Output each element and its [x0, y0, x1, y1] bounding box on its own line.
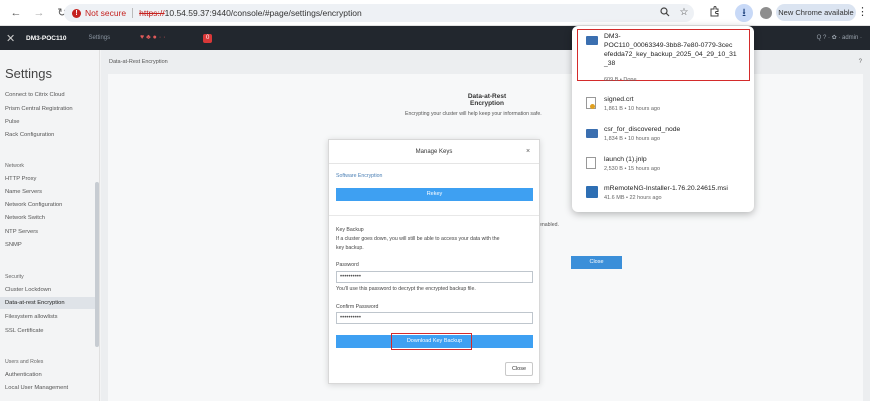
not-secure-label: Not secure — [85, 8, 127, 18]
star-icon[interactable]: ☆ — [678, 7, 690, 19]
not-secure-indicator[interactable]: ! Not secure — [72, 8, 126, 18]
download-meta: 1,834 B • 10 hours ago — [604, 136, 661, 142]
back-arrow-icon[interactable]: ← — [9, 6, 23, 20]
sidebar-section-users-roles: Users and Roles — [5, 359, 44, 365]
zoom-icon[interactable] — [659, 7, 671, 19]
address-bar[interactable]: ! Not secure https:// 10.54.59.37:9440/c… — [64, 4, 694, 22]
sidebar-item-http-proxy[interactable]: HTTP Proxy — [5, 176, 36, 182]
dialog-divider — [329, 215, 539, 216]
download-filename: signed.crt — [604, 96, 634, 103]
sidebar-item-ntp-servers[interactable]: NTP Servers — [5, 229, 38, 235]
key-backup-description-line2: key backup. — [336, 245, 364, 251]
sidebar-item-authentication[interactable]: Authentication — [5, 372, 42, 378]
download-item[interactable]: signed.crt 1,861 B • 10 hours ago — [580, 95, 750, 117]
download-filename-line4: _38 — [604, 60, 616, 67]
sidebar-item-prism-central-registration[interactable]: Prism Central Registration — [5, 106, 73, 112]
downloads-popup: DM3- POC110_00063349-3bb8-7e80-0779-3cec… — [572, 26, 754, 212]
sidebar-item-local-user-management[interactable]: Local User Management — [5, 385, 68, 391]
new-chrome-available-button[interactable]: New Chrome available — [776, 4, 856, 21]
confirm-password-label: Confirm Password — [336, 304, 379, 310]
panel-close-button[interactable]: Close — [571, 256, 622, 269]
sidebar-item-citrix-cloud[interactable]: Connect to Citrix Cloud — [5, 92, 65, 98]
download-button-highlight — [391, 333, 472, 350]
rekey-button[interactable]: Rekey — [336, 188, 533, 201]
confirm-password-field[interactable]: •••••••••• — [336, 312, 533, 324]
url-scheme: https:// — [139, 8, 165, 18]
app-icon — [586, 186, 598, 198]
sidebar-scrollbar[interactable] — [95, 182, 99, 347]
sidebar-item-rack-configuration[interactable]: Rack Configuration — [5, 132, 54, 138]
warning-icon: ! — [72, 8, 81, 18]
forward-arrow-icon[interactable]: → — [32, 6, 46, 20]
folder-icon — [586, 34, 598, 46]
cert-icon — [586, 97, 598, 109]
extensions-icon[interactable] — [707, 6, 721, 20]
download-icon[interactable]: ⭳ — [735, 4, 753, 22]
settings-sidebar: Settings Connect to Citrix Cloud Prism C… — [0, 50, 100, 401]
sidebar-section-network: Network — [5, 163, 25, 169]
download-filename: csr_for_discovered_node — [604, 126, 681, 133]
profile-avatar[interactable] — [760, 7, 772, 19]
download-filename-line2: POC110_00063349-3bb8-7e80-0779-3cec — [604, 42, 733, 49]
header-user-menu[interactable]: Q ? · ✿ · admin · — [817, 34, 862, 41]
chrome-menu-icon[interactable]: ⋮ — [857, 6, 868, 18]
key-backup-description-line1: If a cluster goes down, you will still b… — [336, 236, 500, 242]
prism-logo-icon[interactable]: ✕ — [6, 32, 18, 45]
download-filename: DM3- POC110_00063349-3bb8-7e80-0779-3cec… — [604, 32, 750, 68]
sidebar-item-network-switch[interactable]: Network Switch — [5, 215, 45, 221]
download-filename-line3: efedda72_key_backup_2025_04_29_10_31 — [604, 51, 737, 58]
header-settings-nav[interactable]: Settings — [88, 35, 110, 41]
sidebar-item-network-configuration[interactable]: Network Configuration — [5, 202, 62, 208]
doc-icon — [586, 157, 598, 169]
encryption-panel-description: Encrypting your cluster will help keep y… — [405, 111, 542, 117]
url-text: 10.54.59.37:9440/console/#page/settings/… — [164, 8, 362, 18]
sidebar-item-name-servers[interactable]: Name Servers — [5, 189, 42, 195]
dialog-title: Manage Keys — [415, 149, 453, 155]
download-item[interactable]: mRemoteNG-Installer-1.76.20.24615.msi 41… — [580, 184, 750, 206]
download-item[interactable]: csr_for_discovered_node 1,834 B • 10 hou… — [580, 125, 750, 147]
sidebar-item-cluster-lockdown[interactable]: Cluster Lockdown — [5, 287, 51, 293]
key-backup-heading: Key Backup — [336, 227, 364, 233]
alert-count-badge[interactable]: 0 — [203, 34, 213, 43]
download-item[interactable]: launch (1).jnlp 2,530 B • 15 hours ago — [580, 155, 750, 177]
download-item[interactable]: DM3- POC110_00063349-3bb8-7e80-0779-3cec… — [580, 32, 750, 84]
download-filename-line1: DM3- — [604, 33, 621, 40]
sidebar-item-ssl-certificate[interactable]: SSL Certificate — [5, 328, 43, 334]
folder-icon — [586, 127, 598, 139]
encryption-status-text: enabled. — [539, 222, 559, 228]
download-meta: 2,530 B • 15 hours ago — [604, 166, 661, 172]
cluster-name[interactable]: DM3-POC110 — [26, 35, 66, 42]
software-encryption-label: Software Encryption — [336, 173, 383, 179]
sidebar-item-pulse[interactable]: Pulse — [5, 119, 20, 125]
password-label: Password — [336, 262, 359, 268]
dialog-close-button[interactable]: Close — [505, 362, 533, 376]
dialog-header: Manage Keys × — [329, 140, 539, 164]
sidebar-title: Settings — [5, 66, 52, 81]
page-breadcrumb: Data-at-Rest Encryption — [109, 59, 168, 65]
sidebar-item-data-at-rest-encryption[interactable]: Data-at-rest Encryption — [5, 300, 65, 306]
url-divider — [132, 8, 134, 18]
header-alerts-icons[interactable]: ♥ ♣ ● · · — [140, 34, 165, 41]
sidebar-item-snmp[interactable]: SNMP — [5, 242, 22, 248]
sidebar-item-filesystem-allowlists[interactable]: Filesystem allowlists — [5, 314, 58, 320]
manage-keys-dialog: Manage Keys × Software Encryption Rekey … — [328, 139, 540, 384]
encryption-panel-title: Data-at-Rest Encryption — [467, 93, 507, 107]
sidebar-section-security: Security — [5, 274, 24, 280]
password-hint: You'll use this password to decrypt the … — [336, 286, 476, 292]
password-field[interactable]: •••••••••• — [336, 271, 533, 283]
close-icon[interactable]: × — [526, 148, 530, 155]
download-filename: launch (1).jnlp — [604, 156, 647, 163]
download-meta: 609 B • Done — [604, 77, 637, 83]
help-icon[interactable]: ? — [859, 59, 862, 65]
download-filename: mRemoteNG-Installer-1.76.20.24615.msi — [604, 185, 728, 192]
download-meta: 41.6 MB • 22 hours ago — [604, 195, 662, 201]
download-meta: 1,861 B • 10 hours ago — [604, 106, 661, 112]
